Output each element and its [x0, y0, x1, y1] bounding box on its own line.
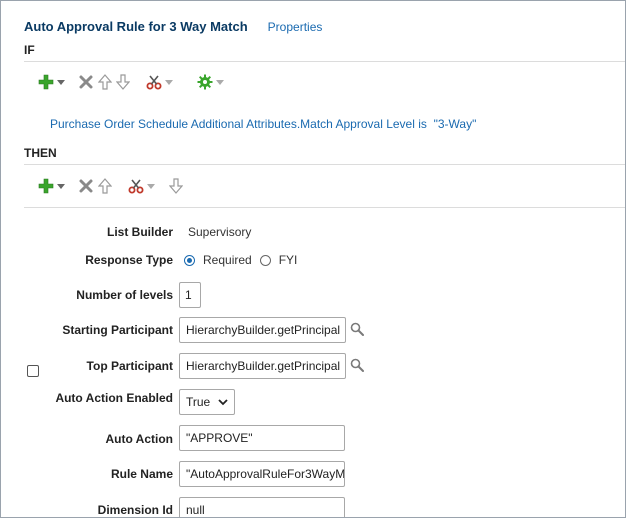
dimension-id-label: Dimension Id	[97, 503, 173, 517]
starting-participant-label: Starting Participant	[62, 323, 173, 337]
arrow-down-icon	[116, 74, 130, 90]
if-section-label: IF	[24, 43, 35, 57]
chevron-down-icon	[57, 183, 65, 189]
number-of-levels-label: Number of levels	[76, 288, 173, 302]
rule-title: Auto Approval Rule for 3 Way Match	[24, 19, 248, 34]
divider	[24, 207, 625, 208]
divider	[24, 164, 625, 165]
top-participant-input[interactable]: HierarchyBuilder.getPrincipal	[179, 353, 346, 379]
properties-link[interactable]: Properties	[268, 20, 323, 34]
response-type-label: Response Type	[85, 253, 173, 267]
chevron-down-icon	[216, 79, 224, 85]
response-type-fyi-label: FYI	[278, 253, 298, 267]
delete-icon	[79, 75, 93, 89]
arrow-down-icon	[169, 178, 183, 194]
delete-condition-button[interactable]	[78, 72, 94, 92]
auto-action-enabled-select[interactable]: True	[179, 389, 235, 415]
response-type-fyi-radio[interactable]	[259, 254, 271, 266]
move-up-button[interactable]	[98, 176, 112, 196]
search-icon[interactable]	[350, 322, 364, 336]
chevron-down-icon	[57, 79, 65, 85]
condition-attribute: Purchase Order Schedule Additional Attri…	[50, 117, 415, 131]
if-condition[interactable]: Purchase Order Schedule Additional Attri…	[50, 117, 476, 131]
list-builder-label: List Builder	[106, 225, 173, 239]
arrow-up-icon	[98, 178, 112, 194]
condition-value: "3-Way"	[433, 117, 477, 131]
cut-button[interactable]	[128, 176, 155, 196]
search-icon[interactable]	[350, 358, 364, 372]
auto-action-input[interactable]: "APPROVE"	[179, 425, 345, 451]
chevron-down-icon	[165, 79, 173, 85]
response-type-required-label: Required	[203, 253, 252, 267]
move-down-button[interactable]	[169, 176, 183, 196]
chevron-down-icon	[218, 399, 228, 406]
top-participant-label: Top Participant	[86, 359, 173, 373]
delete-action-button[interactable]	[78, 176, 94, 196]
chevron-down-icon	[147, 183, 155, 189]
gear-icon	[197, 74, 213, 90]
arrow-up-icon	[98, 74, 112, 90]
rule-name-input[interactable]: "AutoApprovalRuleFor3WayM	[179, 461, 345, 487]
delete-icon	[79, 179, 93, 193]
list-builder-value: Supervisory	[188, 225, 252, 239]
auto-action-label: Auto Action	[105, 432, 173, 446]
move-up-button[interactable]	[98, 72, 112, 92]
divider	[24, 61, 625, 62]
starting-participant-input[interactable]: HierarchyBuilder.getPrincipal	[179, 317, 346, 343]
scissors-icon	[146, 75, 162, 90]
rule-header: Auto Approval Rule for 3 Way Match Prope…	[24, 19, 322, 34]
scissors-icon	[128, 179, 144, 194]
advanced-settings-button[interactable]	[197, 72, 224, 92]
then-toolbar	[38, 176, 183, 196]
condition-operator: is	[418, 117, 427, 131]
auto-action-enabled-label: Auto Action Enabled	[55, 391, 173, 405]
rule-name-label: Rule Name	[110, 467, 173, 481]
add-icon	[38, 74, 54, 90]
cut-button[interactable]	[146, 72, 173, 92]
auto-action-enabled-value: True	[186, 395, 211, 409]
if-toolbar	[38, 72, 224, 92]
move-down-button[interactable]	[116, 72, 130, 92]
number-of-levels-input[interactable]: 1	[179, 282, 201, 308]
add-icon	[38, 178, 54, 194]
dimension-id-input[interactable]: null	[179, 497, 345, 517]
response-type-radio-group: Required FYI	[184, 253, 297, 267]
add-action-button[interactable]	[38, 176, 65, 196]
add-condition-button[interactable]	[38, 72, 65, 92]
then-section-label: THEN	[24, 146, 57, 160]
rule-editor-panel: Auto Approval Rule for 3 Way Match Prope…	[0, 0, 626, 518]
response-type-required-radio[interactable]	[184, 254, 195, 266]
